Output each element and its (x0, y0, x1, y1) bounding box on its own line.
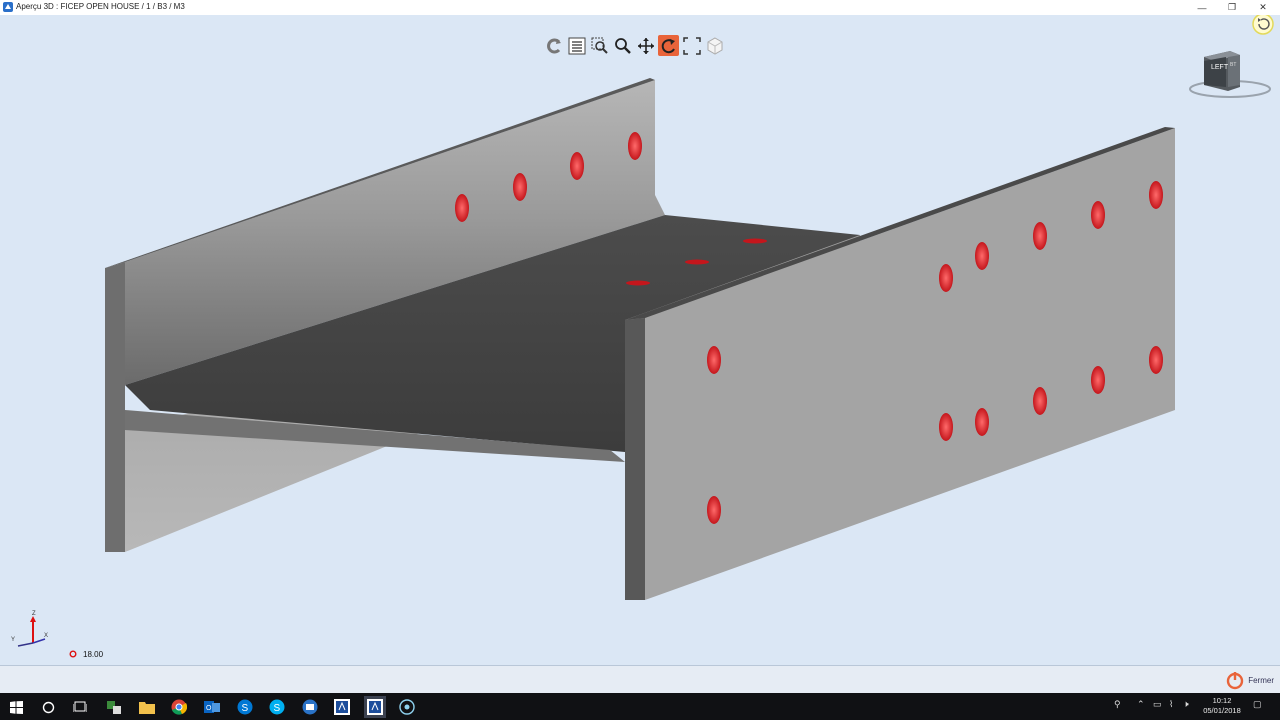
app-window-active-icon[interactable] (364, 696, 386, 718)
view-cube[interactable]: LEFT BT (1188, 47, 1274, 99)
axis-y-label: Y (11, 637, 16, 643)
clock-date: 05/01/2018 (1203, 706, 1241, 715)
task-view-icon[interactable] (69, 696, 91, 718)
system-clock[interactable]: 10:12 05/01/2018 (1196, 696, 1248, 716)
people-icon[interactable]: ⚲ (1114, 699, 1121, 710)
skype-business-icon[interactable]: S (234, 696, 256, 718)
windows-taskbar: O S S ⚲ ⌃ ▭ ⌇ 🕨 10:12 05/01/2018 ▢ (0, 693, 1280, 720)
beam-model[interactable] (0, 15, 1280, 665)
axis-z-label: Z (32, 611, 36, 617)
home-view-button[interactable] (1252, 15, 1274, 35)
network-icon[interactable]: ⌇ (1169, 699, 1173, 710)
minimize-button[interactable]: — (1187, 0, 1217, 15)
left-end-plate (105, 262, 125, 552)
fit-icon[interactable] (681, 35, 702, 56)
clock-time: 10:12 (1212, 696, 1232, 705)
remote-desktop-icon[interactable] (299, 696, 321, 718)
fermer-label: Fermer (1248, 675, 1274, 685)
svg-text:S: S (242, 703, 249, 714)
rotate-icon[interactable] (658, 35, 679, 56)
tray-overflow-icon[interactable]: ⌃ (1137, 699, 1145, 710)
axis-triad: Z X Y (8, 611, 52, 654)
outlook-icon[interactable]: O (201, 696, 223, 718)
front-flange-edge (625, 318, 645, 600)
record-icon[interactable] (396, 696, 418, 718)
skype-icon[interactable]: S (266, 696, 288, 718)
battery-icon[interactable]: ▭ (1153, 699, 1162, 710)
cube-view-icon[interactable] (704, 35, 725, 56)
search-icon[interactable] (37, 696, 59, 718)
svg-text:S: S (274, 703, 281, 714)
zoom-icon[interactable] (612, 35, 633, 56)
status-bar: Fermer (0, 665, 1280, 694)
power-icon (1227, 672, 1244, 690)
svg-text:O: O (206, 705, 212, 712)
view-cube-left-face[interactable]: LEFT (1211, 64, 1228, 71)
view-toolbar (543, 35, 725, 56)
list-icon[interactable] (566, 35, 587, 56)
close-window-button[interactable]: ✕ (1248, 0, 1278, 15)
axis-x-label: X (44, 633, 49, 639)
refresh-icon[interactable] (543, 35, 564, 56)
fermer-button[interactable]: Fermer (1225, 670, 1274, 690)
window-title: Aperçu 3D : FICEP OPEN HOUSE / 1 / B3 / … (16, 2, 185, 11)
restore-button[interactable]: ❐ (1217, 0, 1247, 15)
start-icon[interactable] (5, 696, 27, 718)
view-cube-back-face[interactable]: BT (1230, 62, 1236, 68)
app-window-icon[interactable] (331, 696, 353, 718)
network-app-icon[interactable] (103, 696, 125, 718)
chrome-icon[interactable] (168, 696, 190, 718)
pan-icon[interactable] (635, 35, 656, 56)
action-center-icon[interactable]: ▢ (1253, 699, 1262, 710)
volume-icon[interactable]: 🕨 (1183, 699, 1189, 710)
3d-viewport[interactable]: LEFT BT Z X Y 18.00 (0, 15, 1280, 665)
app-icon (3, 2, 13, 12)
zoom-window-icon[interactable] (589, 35, 610, 56)
file-explorer-icon[interactable] (136, 696, 158, 718)
title-bar: Aperçu 3D : FICEP OPEN HOUSE / 1 / B3 / … (0, 0, 1280, 15)
hole-diameter-label: 18.00 (83, 650, 104, 659)
hole-legend-icon (69, 650, 77, 658)
front-flange (645, 128, 1175, 600)
